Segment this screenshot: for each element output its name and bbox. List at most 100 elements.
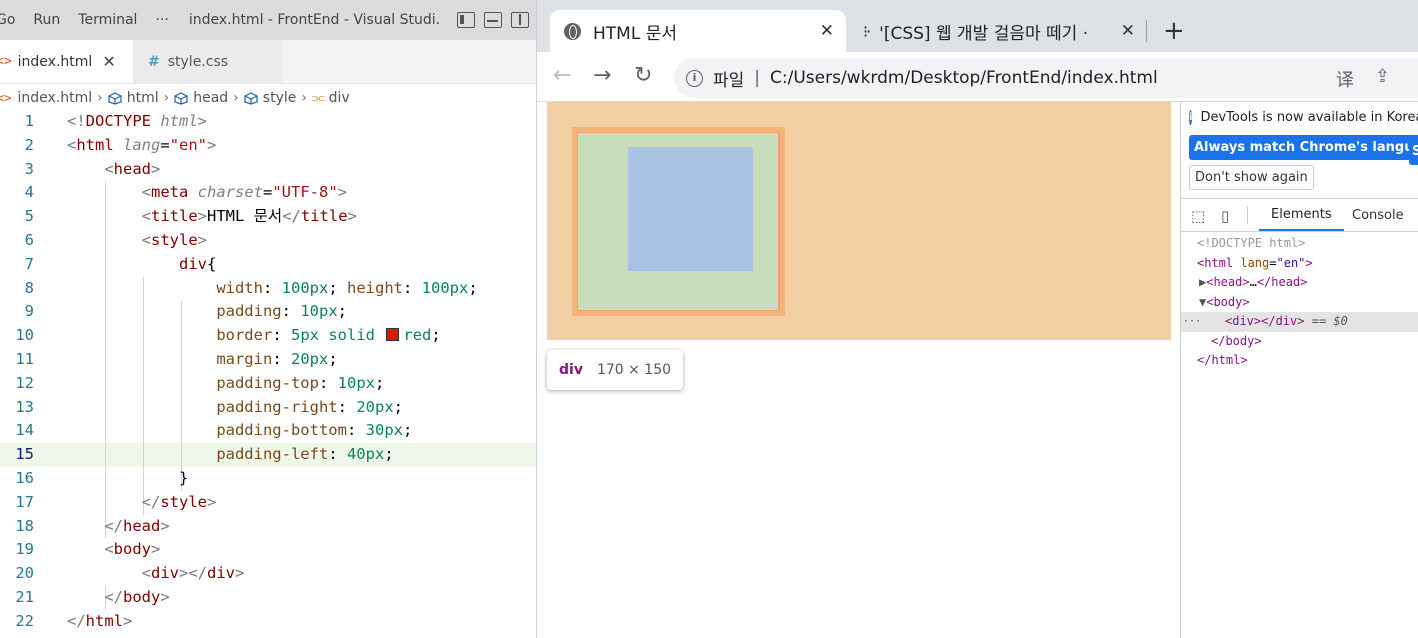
code-line[interactable]: 11 margin: 20px; bbox=[0, 347, 536, 372]
browser-tab[interactable]: ⁝· '[CSS] 웹 개발 걸음마 떼기 · ✕ bbox=[857, 10, 1147, 52]
info-icon: i bbox=[1189, 110, 1193, 125]
code-line[interactable]: 15 padding-left: 40px; bbox=[0, 443, 536, 467]
reload-icon[interactable]: ↻ bbox=[634, 63, 652, 88]
dom-node[interactable]: <!DOCTYPE html> bbox=[1181, 234, 1418, 254]
close-icon[interactable]: ✕ bbox=[102, 52, 115, 71]
code-line[interactable]: 5 <title>HTML 문서</title> bbox=[0, 205, 536, 229]
code-line[interactable]: 20 <div></div> bbox=[0, 562, 536, 586]
switch-language-button[interactable]: S bbox=[1409, 139, 1418, 165]
code-line[interactable]: 8 width: 100px; height: 100px; bbox=[0, 276, 536, 301]
new-tab-button[interactable]: + bbox=[1163, 16, 1185, 46]
menu-go[interactable]: Go bbox=[0, 12, 15, 28]
code-text: <body> bbox=[104, 540, 161, 559]
code-text: <div></div> bbox=[141, 564, 245, 583]
chevron-right-icon: › bbox=[301, 90, 307, 106]
line-number: 9 bbox=[24, 302, 34, 321]
breadcrumb-item[interactable]: html bbox=[127, 90, 159, 106]
code-text: <html lang="en"> bbox=[67, 135, 217, 154]
code-line[interactable]: 7 div{ bbox=[0, 252, 536, 277]
code-line[interactable]: 21 </body> bbox=[0, 585, 536, 610]
code-text: padding-right: 20px; bbox=[216, 397, 403, 416]
code-line[interactable]: 13 padding-right: 20px; bbox=[0, 395, 536, 420]
back-arrow-icon[interactable]: ← bbox=[553, 63, 571, 88]
breadcrumb-item[interactable]: index.html bbox=[17, 90, 92, 106]
dom-tree[interactable]: <!DOCTYPE html> <html lang="en"> ▶<head>…<… bbox=[1181, 234, 1418, 371]
element-cube-icon bbox=[244, 91, 258, 105]
element-cube-icon bbox=[174, 91, 188, 105]
banner-message: DevTools is now available in Korean bbox=[1200, 110, 1418, 125]
dom-node[interactable]: ··· <div></div> == $0 bbox=[1181, 312, 1418, 332]
line-number: 12 bbox=[15, 373, 34, 392]
more-dots-icon[interactable]: ··· bbox=[1183, 312, 1201, 332]
info-icon[interactable]: i bbox=[686, 69, 703, 87]
element-cube-icon bbox=[108, 91, 122, 105]
address-bar[interactable]: i 파일 | C:/Users/wkrdm/Desktop/FrontEnd/i… bbox=[674, 58, 1418, 98]
device-icon[interactable]: ▯ bbox=[1221, 207, 1229, 225]
share-icon[interactable]: ⇪ bbox=[1375, 66, 1390, 87]
code-line[interactable]: 12 padding-top: 10px; bbox=[0, 371, 536, 396]
menu-terminal[interactable]: Terminal bbox=[78, 12, 137, 28]
dom-node[interactable]: <html lang="en"> bbox=[1181, 254, 1418, 274]
tab-label: style.css bbox=[167, 53, 229, 70]
menu-more[interactable]: ··· bbox=[155, 12, 168, 28]
code-text: padding-top: 10px; bbox=[216, 373, 385, 392]
line-number: 5 bbox=[24, 207, 34, 226]
breadcrumb-item[interactable]: div bbox=[329, 90, 350, 106]
div-content-overlay bbox=[628, 147, 753, 271]
code-line[interactable]: 9 padding: 10px; bbox=[0, 300, 536, 325]
tab-console[interactable]: Console bbox=[1352, 208, 1404, 223]
code-text: padding-bottom: 30px; bbox=[216, 421, 413, 440]
element-tooltip: div 170 × 150 bbox=[547, 350, 684, 390]
divider: | bbox=[754, 68, 761, 88]
page-viewport: div 170 × 150 bbox=[537, 102, 1171, 638]
code-line[interactable]: 4 <meta charset="UTF-8"> bbox=[0, 181, 536, 206]
layout-split-icon[interactable] bbox=[511, 12, 529, 28]
close-icon[interactable]: ✕ bbox=[1121, 21, 1135, 41]
layout-panel-icon[interactable] bbox=[484, 12, 502, 28]
close-icon[interactable]: ✕ bbox=[820, 21, 834, 41]
tab-elements[interactable]: Elements bbox=[1259, 199, 1344, 231]
code-line[interactable]: 6 <style> bbox=[0, 228, 536, 253]
forward-arrow-icon[interactable]: → bbox=[593, 63, 611, 88]
tooltip-tag: div bbox=[559, 362, 583, 378]
dont-show-again-button[interactable]: Don't show again bbox=[1189, 165, 1314, 190]
dom-node[interactable]: ▶<head>…</head> bbox=[1181, 273, 1418, 293]
tab-label: index.html bbox=[17, 53, 93, 70]
code-line[interactable]: 2 <html lang="en"> bbox=[0, 134, 536, 158]
line-number: 18 bbox=[15, 516, 34, 535]
line-number: 21 bbox=[15, 587, 34, 606]
code-line[interactable]: 10 border: 5px solid red; bbox=[0, 324, 536, 348]
always-match-language-button[interactable]: Always match Chrome's language bbox=[1189, 135, 1418, 160]
layout-sidebar-icon[interactable] bbox=[457, 12, 475, 28]
divider bbox=[1247, 206, 1248, 224]
dom-node[interactable]: </html> bbox=[1181, 351, 1418, 371]
dom-node[interactable]: ▼<body> bbox=[1181, 293, 1418, 313]
devtools-tabs: ⬚ ▯ Elements Console bbox=[1181, 198, 1418, 232]
code-line[interactable]: 3 <head> bbox=[0, 158, 536, 182]
tab-title: HTML 문서 bbox=[593, 23, 677, 44]
chrome-window: HTML 문서 ✕ ⁝· '[CSS] 웹 개발 걸음마 떼기 · ✕ + ← … bbox=[537, 0, 1418, 638]
code-line[interactable]: 22 </html> bbox=[0, 610, 536, 634]
code-line[interactable]: 17 </style> bbox=[0, 490, 536, 515]
code-line[interactable]: 18 </head> bbox=[0, 514, 536, 539]
code-text: </body> bbox=[104, 587, 170, 606]
code-line[interactable]: 19 <body> bbox=[0, 538, 536, 562]
line-number: 13 bbox=[15, 397, 34, 416]
code-line[interactable]: 1 <!DOCTYPE html> bbox=[0, 110, 536, 134]
code-line[interactable]: 16 } bbox=[0, 466, 536, 491]
menu-run[interactable]: Run bbox=[33, 12, 60, 28]
breadcrumb-item[interactable]: head bbox=[193, 90, 228, 106]
code-editor[interactable]: 1 <!DOCTYPE html> 2 <html lang="en"> 3 <head… bbox=[0, 110, 536, 634]
breadcrumb: <> index.html › html › head › style › ⫗ … bbox=[0, 84, 536, 110]
inspect-icon[interactable]: ⬚ bbox=[1191, 207, 1205, 225]
dom-node[interactable]: </body> bbox=[1181, 332, 1418, 352]
browser-tab-active[interactable]: HTML 문서 ✕ bbox=[550, 10, 846, 52]
chevron-right-icon: › bbox=[233, 90, 239, 106]
tab-index-html[interactable]: <> index.html ✕ bbox=[0, 40, 134, 83]
code-line[interactable]: 14 padding-bottom: 30px; bbox=[0, 419, 536, 444]
code-text: div{ bbox=[178, 254, 217, 273]
translate-icon[interactable]: 译 bbox=[1336, 66, 1354, 92]
breadcrumb-item[interactable]: style bbox=[263, 90, 297, 106]
address-url: C:/Users/wkrdm/Desktop/FrontEnd/index.ht… bbox=[770, 68, 1158, 88]
tab-style-css[interactable]: # style.css bbox=[134, 40, 282, 83]
